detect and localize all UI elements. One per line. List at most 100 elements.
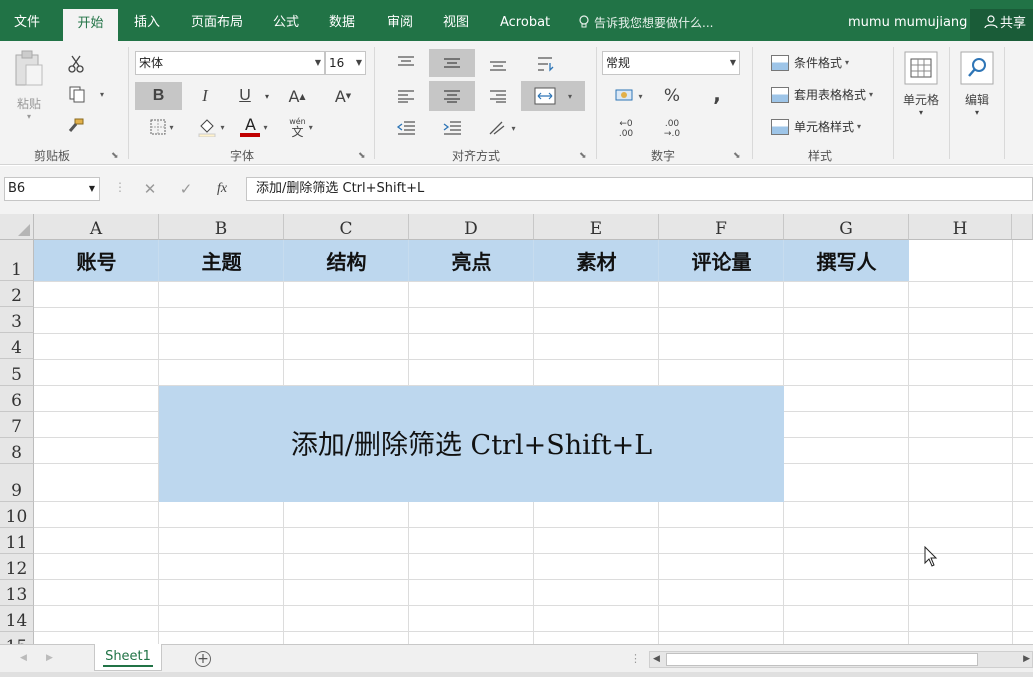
row-header[interactable]: 1: [0, 240, 34, 281]
sheet-prev-icon[interactable]: ◀: [20, 653, 27, 663]
underline-dropdown-icon[interactable]: ▾: [262, 82, 272, 110]
row-header[interactable]: 11: [0, 528, 34, 554]
add-sheet-button[interactable]: +: [195, 651, 211, 667]
column-header[interactable]: A: [34, 214, 159, 240]
tab-home[interactable]: 开始: [63, 9, 118, 41]
cell-g1[interactable]: 撰写人: [784, 240, 909, 281]
scroll-right-icon[interactable]: ▶: [1023, 652, 1030, 667]
cell-styles-button[interactable]: 单元格样式 ▾: [771, 116, 861, 138]
tab-acrobat[interactable]: Acrobat: [500, 0, 550, 41]
alignment-launcher-icon[interactable]: ⬊: [579, 151, 587, 161]
row-header[interactable]: 5: [0, 359, 34, 386]
cell-a1[interactable]: 账号: [34, 240, 159, 281]
sheet-next-icon[interactable]: ▶: [46, 653, 53, 663]
cell-c1[interactable]: 结构: [284, 240, 409, 281]
orientation-button[interactable]: [530, 51, 562, 77]
row-header[interactable]: 14: [0, 606, 34, 632]
tab-file[interactable]: 文件: [14, 0, 40, 41]
fill-color-button[interactable]: ▾: [190, 115, 232, 139]
conditional-formatting-button[interactable]: 条件格式 ▾: [771, 52, 849, 74]
align-center-button[interactable]: [429, 81, 475, 111]
name-box[interactable]: B6 ▼: [4, 177, 100, 201]
underline-button[interactable]: U: [232, 82, 258, 110]
bottom-align-button[interactable]: [482, 51, 514, 77]
font-name-combo[interactable]: 宋体 ▼: [135, 51, 325, 75]
merged-cell-b6[interactable]: 添加/删除筛选 Ctrl+Shift+L: [159, 386, 784, 502]
user-name[interactable]: mumu mumujiang: [848, 0, 967, 41]
text-direction-button[interactable]: ▾: [484, 115, 520, 141]
column-header[interactable]: E: [534, 214, 659, 240]
row-header[interactable]: 8: [0, 438, 34, 464]
row-header[interactable]: 4: [0, 333, 34, 359]
row-header[interactable]: 2: [0, 281, 34, 307]
format-painter-button[interactable]: [64, 115, 88, 137]
borders-button[interactable]: ▾: [142, 115, 182, 139]
scrollbar-thumb[interactable]: [666, 653, 978, 666]
tab-splitter[interactable]: ⋮: [630, 652, 641, 665]
row-header[interactable]: 6: [0, 386, 34, 412]
increase-decimal-button[interactable]: ←0.00: [612, 115, 640, 143]
merge-center-button[interactable]: ▾: [521, 81, 585, 111]
row-header[interactable]: 3: [0, 307, 34, 333]
paste-button[interactable]: 粘贴 ▾: [10, 49, 48, 129]
row-header[interactable]: 13: [0, 580, 34, 606]
tab-formulas[interactable]: 公式: [273, 0, 299, 41]
column-header[interactable]: C: [284, 214, 409, 240]
cell-b1[interactable]: 主题: [159, 240, 284, 281]
phonetic-button[interactable]: wén 文 ▾: [284, 115, 318, 139]
column-header[interactable]: H: [909, 214, 1012, 240]
row-header[interactable]: 9: [0, 464, 34, 502]
copy-button[interactable]: ▾: [64, 83, 108, 105]
share-button[interactable]: 共享: [970, 9, 1033, 41]
increase-indent-button[interactable]: [436, 115, 468, 141]
number-launcher-icon[interactable]: ⬊: [733, 151, 741, 161]
decrease-indent-button[interactable]: [390, 115, 422, 141]
font-color-button[interactable]: A ▾: [236, 115, 272, 139]
tab-insert[interactable]: 插入: [134, 0, 160, 41]
number-format-combo[interactable]: 常规 ▼: [602, 51, 740, 75]
cut-button[interactable]: [64, 53, 88, 75]
spreadsheet-grid[interactable]: A B C D E F G H 1 2 3 4 5 6 7 8 9 10 11 …: [0, 214, 1033, 644]
column-header[interactable]: B: [159, 214, 284, 240]
formula-bar-splitter[interactable]: ⋮: [114, 180, 126, 194]
font-size-combo[interactable]: 16 ▼: [325, 51, 366, 75]
italic-button[interactable]: I: [192, 82, 218, 110]
insert-function-icon[interactable]: fx: [204, 181, 240, 197]
tab-data[interactable]: 数据: [329, 0, 355, 41]
decrease-decimal-button[interactable]: .00 →.0: [658, 115, 686, 143]
top-align-button[interactable]: [390, 49, 422, 75]
row-header[interactable]: 12: [0, 554, 34, 580]
grow-font-button[interactable]: A ▲: [284, 82, 310, 110]
horizontal-scrollbar[interactable]: ◀ ▶: [649, 651, 1033, 668]
column-header[interactable]: G: [784, 214, 909, 240]
tab-review[interactable]: 审阅: [387, 0, 413, 41]
cell-e1[interactable]: 素材: [534, 240, 659, 281]
enter-icon[interactable]: ✓: [168, 180, 204, 198]
percent-button[interactable]: %: [658, 83, 686, 109]
tab-page-layout[interactable]: 页面布局: [191, 0, 243, 41]
tell-me-box[interactable]: 告诉我您想要做什么...: [578, 0, 713, 41]
row-header[interactable]: 7: [0, 412, 34, 438]
cells-button[interactable]: 单元格 ▾: [900, 51, 942, 119]
cancel-icon[interactable]: ✕: [132, 180, 168, 198]
bold-button[interactable]: B: [135, 82, 182, 110]
column-header[interactable]: D: [409, 214, 534, 240]
align-right-button[interactable]: [482, 83, 514, 109]
cell-f1[interactable]: 评论量: [659, 240, 784, 281]
align-left-button[interactable]: [390, 83, 422, 109]
tab-view[interactable]: 视图: [443, 0, 469, 41]
cell-d1[interactable]: 亮点: [409, 240, 534, 281]
select-all-button[interactable]: [0, 214, 34, 240]
column-header[interactable]: F: [659, 214, 784, 240]
row-header[interactable]: 10: [0, 502, 34, 528]
row-header[interactable]: 15: [0, 632, 34, 644]
sheet-tab-sheet1[interactable]: Sheet1: [94, 644, 162, 671]
formula-input[interactable]: 添加/删除筛选 Ctrl+Shift+L: [246, 177, 1033, 201]
currency-button[interactable]: ▾: [610, 83, 648, 109]
editing-button[interactable]: 编辑 ▾: [957, 51, 997, 119]
scroll-left-icon[interactable]: ◀: [653, 652, 660, 667]
format-as-table-button[interactable]: 套用表格格式 ▾: [771, 84, 873, 106]
comma-button[interactable]: ,: [704, 81, 730, 107]
font-launcher-icon[interactable]: ⬊: [358, 151, 366, 161]
clipboard-launcher-icon[interactable]: ⬊: [111, 151, 119, 161]
